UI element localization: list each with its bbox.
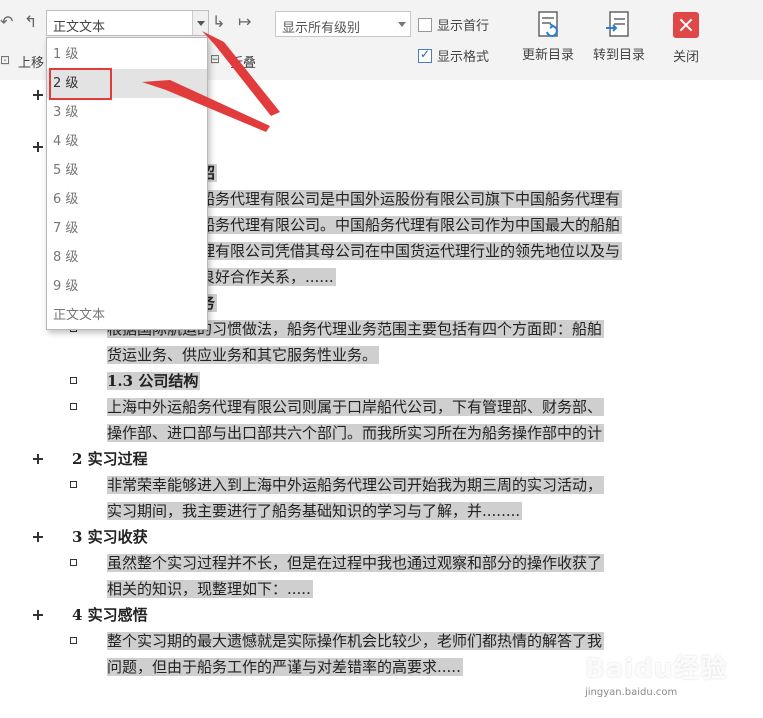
- watermark-main-text: Baidu经验: [585, 654, 728, 684]
- annotation-arrows: [142, 31, 280, 132]
- baidu-watermark: Baidu经验 jingyan.baidu.com: [585, 648, 727, 698]
- watermark-url-text: jingyan.baidu.com: [585, 687, 678, 698]
